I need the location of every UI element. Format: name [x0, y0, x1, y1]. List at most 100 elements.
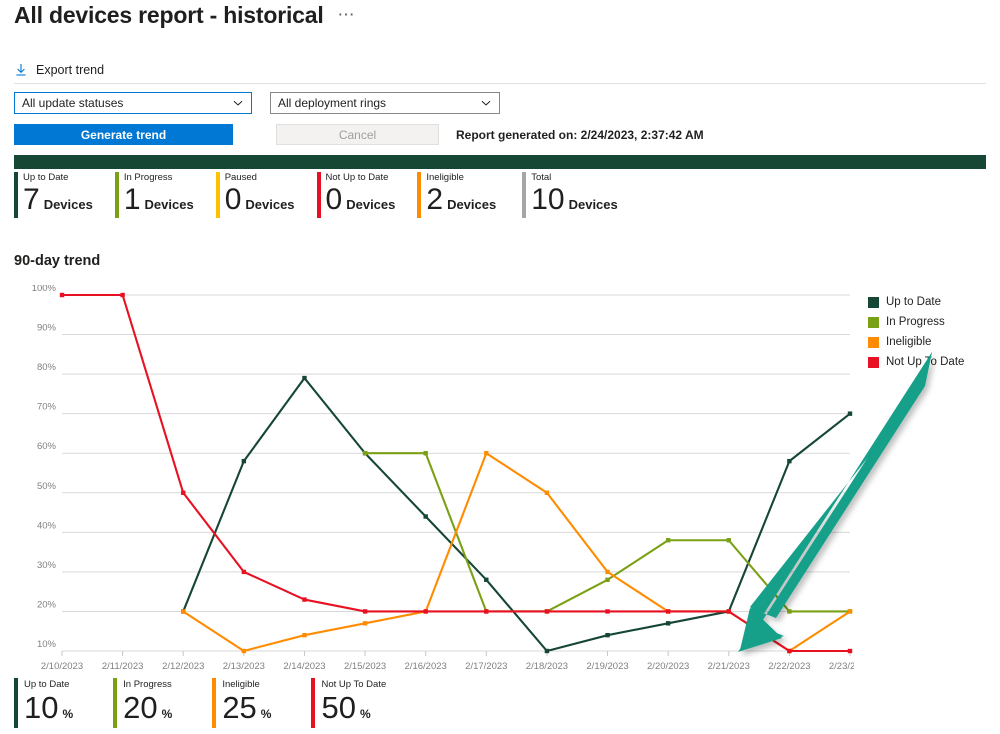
summary-card-text: Paused 0 Devices — [225, 172, 295, 218]
data-point-in-progress[interactable] — [362, 451, 368, 456]
summary-card-text: Not Up to Date 0 Devices — [326, 172, 396, 218]
percent-card-value-row: 25% — [222, 691, 271, 724]
x-axis-tick-label: 2/20/2023 — [647, 661, 689, 672]
data-point-ineligible[interactable] — [181, 609, 186, 614]
data-point-in-progress[interactable] — [787, 609, 792, 614]
data-point-not-up-to-date[interactable] — [726, 609, 731, 614]
action-row: Generate trend Cancel Report generated o… — [14, 124, 704, 145]
summary-card-unit: Devices — [43, 197, 93, 212]
percent-card-text: Not Up To Date 50% — [321, 678, 386, 728]
data-point-in-progress[interactable] — [605, 577, 610, 582]
summary-card-unit: Devices — [346, 197, 396, 212]
legend-label: Not Up To Date — [886, 356, 965, 368]
data-point-in-progress[interactable] — [726, 538, 731, 543]
summary-card-value-row: 10 Devices — [531, 184, 618, 216]
percent-card-value: 50 — [321, 690, 356, 725]
percent-card-text: Ineligible 25% — [222, 678, 271, 728]
data-point-not-up-to-date[interactable] — [605, 609, 610, 614]
data-point-not-up-to-date[interactable] — [241, 569, 247, 575]
summary-card-value-row: 0 Devices — [326, 184, 396, 216]
percent-card-unit: % — [62, 707, 74, 721]
data-point-up-to-date[interactable] — [484, 577, 489, 582]
filter-row: All update statuses All deployment rings — [14, 92, 500, 114]
more-options-icon[interactable]: ⋯ — [338, 5, 356, 25]
legend-item-up-to-date[interactable]: Up to Date — [868, 292, 998, 312]
x-axis-tick-label: 2/19/2023 — [586, 661, 628, 672]
legend-item-ineligible[interactable]: Ineligible — [868, 332, 998, 352]
data-point-not-up-to-date[interactable] — [787, 648, 792, 654]
generate-trend-button[interactable]: Generate trend — [14, 124, 233, 145]
data-point-not-up-to-date[interactable] — [847, 648, 853, 654]
data-point-ineligible[interactable] — [484, 451, 489, 456]
percent-card-value: 25 — [222, 690, 257, 725]
data-point-up-to-date[interactable] — [544, 648, 550, 654]
y-axis-tick-label: 90% — [37, 323, 57, 334]
update-status-dropdown[interactable]: All update statuses — [14, 92, 252, 114]
percent-card-text: In Progress 20% — [123, 678, 172, 728]
cancel-button: Cancel — [276, 124, 439, 145]
summary-progress-bar — [14, 155, 986, 169]
percent-card-value: 20 — [123, 690, 158, 725]
data-point-up-to-date[interactable] — [241, 458, 247, 464]
legend-swatch-icon — [868, 356, 879, 368]
data-point-not-up-to-date[interactable] — [302, 597, 307, 602]
page-title: All devices report - historical — [14, 2, 324, 28]
x-axis-tick-label: 2/22/2023 — [768, 661, 810, 672]
legend-label: Up to Date — [886, 296, 941, 308]
data-point-up-to-date[interactable] — [665, 621, 671, 626]
percent-card-up-to-date: Up to Date 10% — [14, 678, 73, 728]
data-point-in-progress[interactable] — [665, 538, 671, 543]
chevron-down-icon — [232, 97, 244, 109]
data-point-ineligible[interactable] — [544, 490, 550, 495]
percent-cards: Up to Date 10% In Progress 20% Ineligible 25%… — [14, 678, 426, 728]
data-point-not-up-to-date[interactable] — [423, 609, 428, 614]
legend-item-in-progress[interactable]: In Progress — [868, 312, 998, 332]
summary-card-in-progress: In Progress 1 Devices — [114, 172, 194, 218]
data-point-not-up-to-date[interactable] — [362, 609, 368, 614]
percent-card-value: 10 — [24, 690, 59, 725]
percent-card-value-row: 50% — [321, 691, 386, 724]
legend-item-not-up-to-date[interactable]: Not Up To Date — [868, 352, 998, 372]
data-point-not-up-to-date[interactable] — [544, 609, 550, 614]
data-point-up-to-date[interactable] — [423, 514, 428, 519]
summary-card-text: Ineligible 2 Devices — [426, 172, 496, 218]
legend-swatch-icon — [868, 336, 879, 348]
x-axis-tick-label: 2/23/2023 — [829, 661, 854, 672]
trend-chart[interactable]: 10% 20% 30% 40% 50% 60% 70% 80% 90% 100% 2/10/2023… — [14, 285, 854, 680]
report-generated-timestamp: Report generated on: 2/24/2023, 2:37:42 … — [456, 127, 704, 142]
chart-legend: Up to Date In Progress Ineligible Not Up To… — [868, 292, 998, 372]
data-point-ineligible[interactable] — [847, 609, 853, 614]
export-trend-button[interactable]: Export trend — [14, 63, 104, 77]
data-point-up-to-date[interactable] — [605, 632, 610, 638]
deployment-ring-dropdown[interactable]: All deployment rings — [270, 92, 500, 114]
data-point-up-to-date[interactable] — [302, 375, 307, 381]
data-point-ineligible[interactable] — [362, 621, 368, 626]
data-point-ineligible[interactable] — [241, 648, 247, 654]
status-accent-bar — [114, 172, 119, 218]
data-point-not-up-to-date[interactable] — [120, 292, 125, 298]
x-axis-tick-label: 2/16/2023 — [405, 661, 447, 672]
summary-card-value: 2 — [426, 183, 444, 216]
data-point-ineligible[interactable] — [302, 632, 307, 638]
data-point-not-up-to-date[interactable] — [484, 609, 489, 614]
data-point-in-progress[interactable] — [423, 451, 428, 456]
data-point-not-up-to-date[interactable] — [181, 490, 186, 495]
download-icon — [14, 63, 28, 77]
data-point-up-to-date[interactable] — [847, 411, 853, 416]
summary-cards: Up to Date 7 Devices In Progress 1 Devices Pau… — [14, 172, 986, 218]
status-accent-bar — [311, 678, 316, 728]
summary-card-value-row: 0 Devices — [225, 184, 295, 216]
x-axis-tick-label: 2/13/2023 — [223, 661, 265, 672]
page-header: All devices report - historical ⋯ — [14, 2, 356, 29]
summary-card-value: 0 — [325, 183, 343, 216]
legend-label: In Progress — [886, 316, 945, 328]
x-axis-tick-label: 2/12/2023 — [162, 661, 204, 672]
data-point-up-to-date[interactable] — [787, 458, 792, 464]
x-axis-tick-label: 2/15/2023 — [344, 661, 386, 672]
data-point-not-up-to-date[interactable] — [59, 292, 65, 298]
data-point-not-up-to-date[interactable] — [665, 609, 671, 614]
data-point-ineligible[interactable] — [605, 569, 610, 575]
percent-card-in-progress: In Progress 20% — [113, 678, 172, 728]
percent-card-value-row: 20% — [123, 691, 172, 724]
summary-card-unit: Devices — [245, 197, 295, 212]
